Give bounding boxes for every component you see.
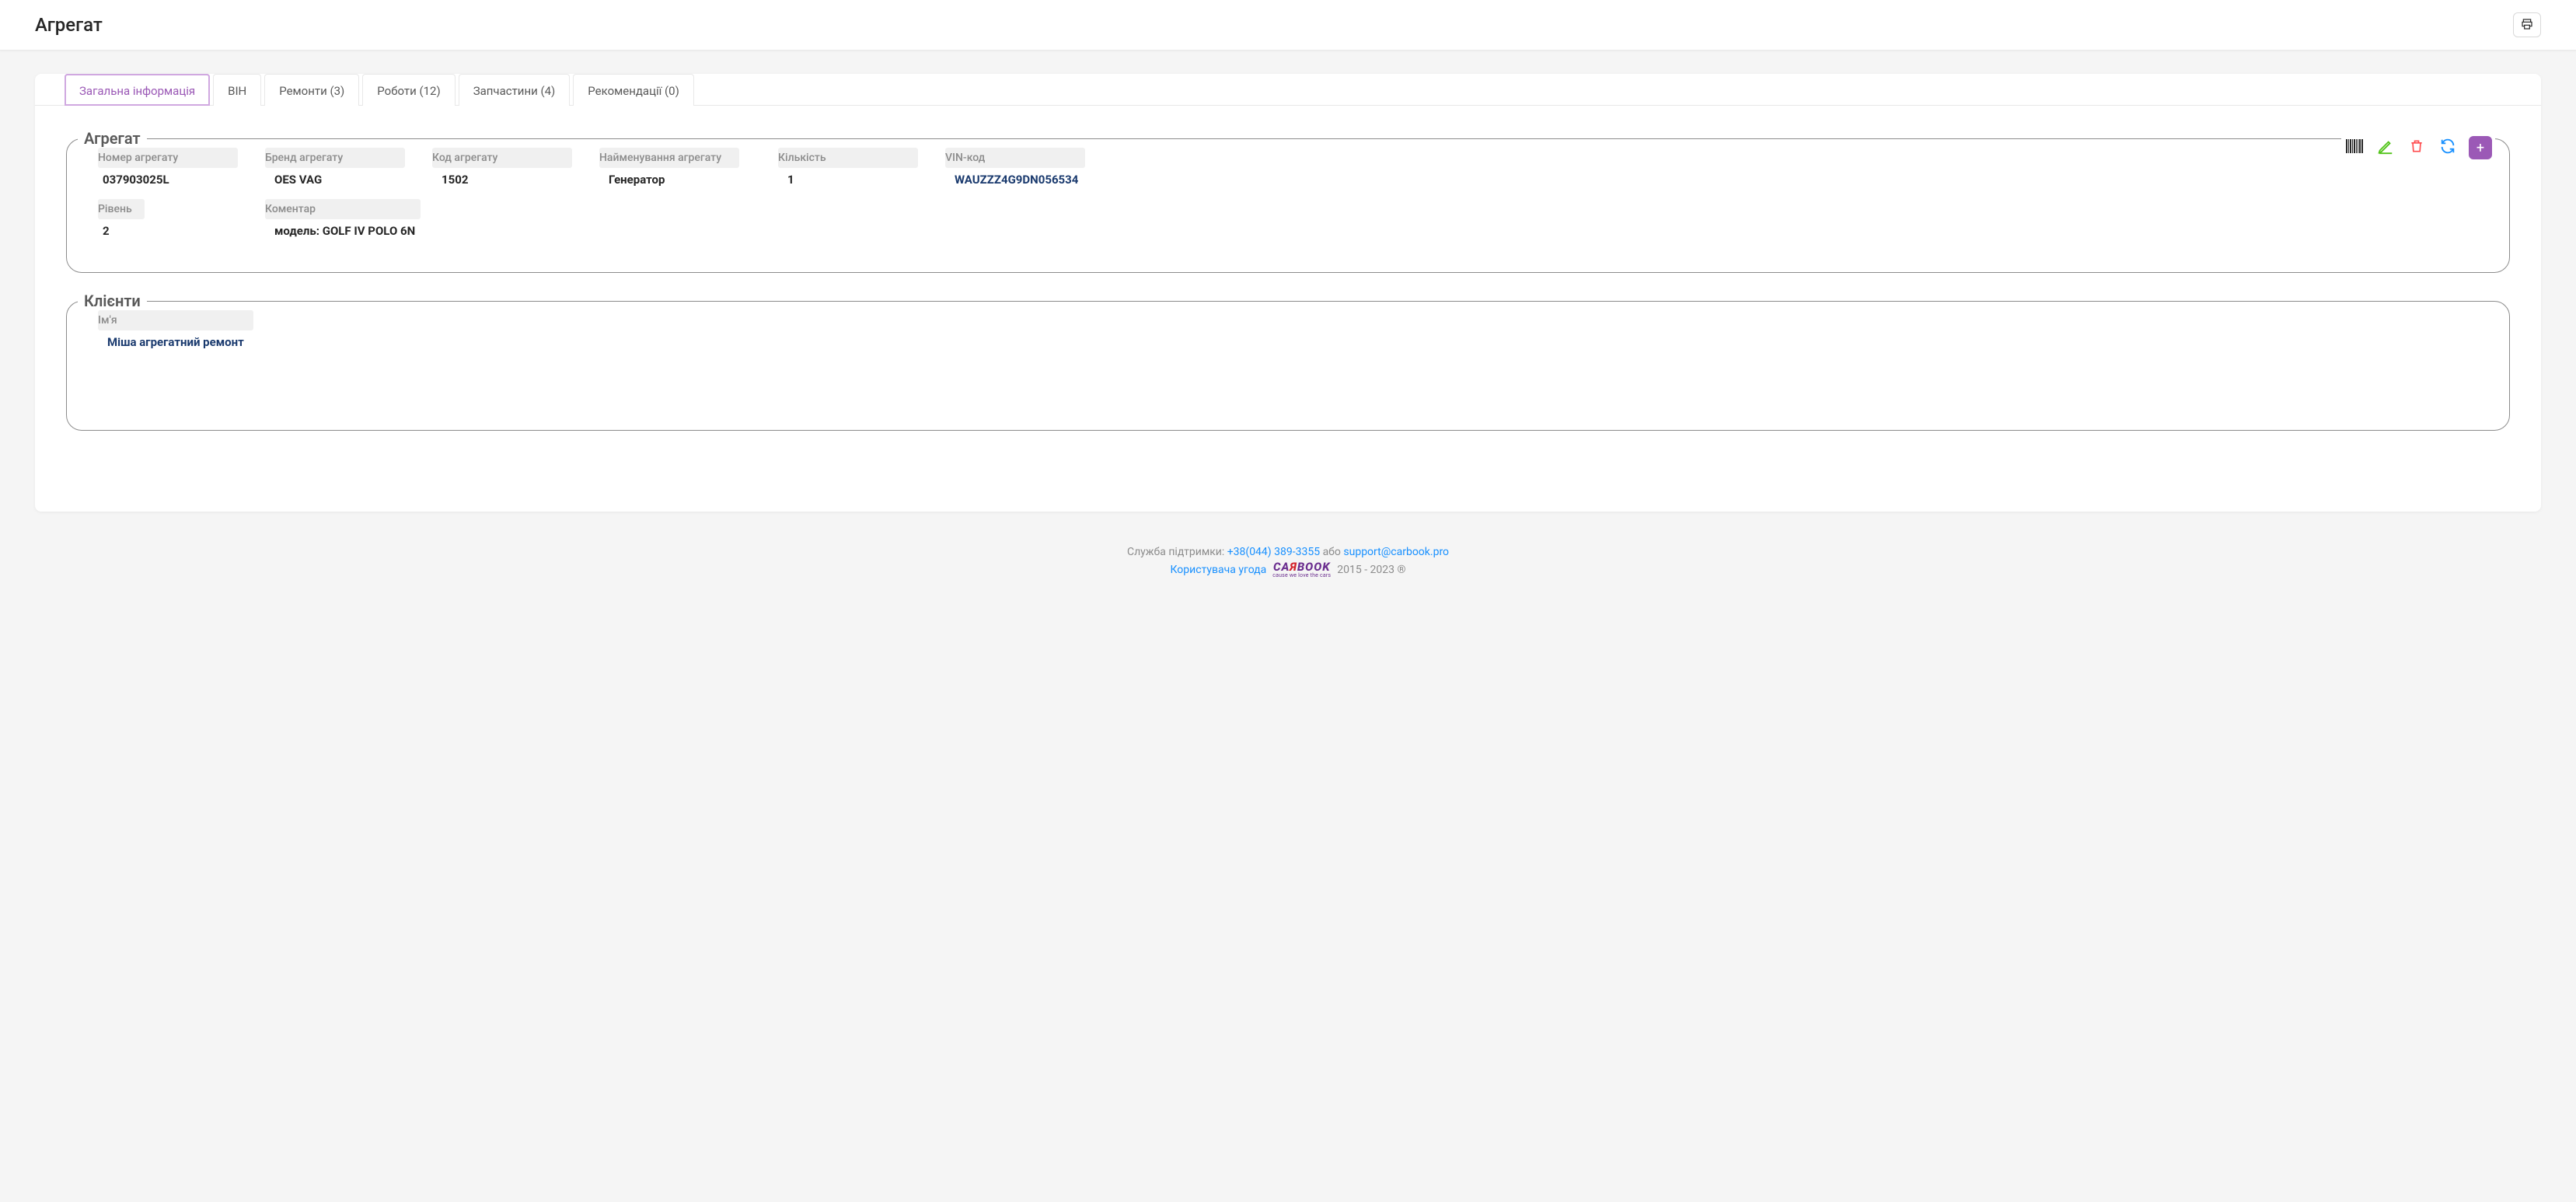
refresh-button[interactable] [2438,138,2458,158]
logo-subtitle: cause we love the cars [1272,573,1331,578]
clients-section: Клієнти Ім'я Міша агрегатний ремонт [66,292,2510,431]
main-container: Загальна інформація ВІН Ремонти (3) Робо… [0,51,2576,527]
page-header: Агрегат [0,0,2576,51]
field-brand: Бренд агрегату OES VAG [265,148,432,191]
print-icon [2520,18,2534,33]
field-value: Генератор [599,171,778,191]
tab-works[interactable]: Роботи (12) [362,74,455,106]
footer-email-link[interactable]: support@carbook.pro [1343,546,1449,558]
field-value: 1502 [432,171,599,191]
footer-agreement-link[interactable]: Користувача угода [1171,564,1267,576]
tab-label: Рекомендації (0) [588,84,679,98]
tab-recommendations[interactable]: Рекомендації (0) [573,74,694,106]
tab-label: Ремонти (3) [279,84,344,98]
add-button[interactable]: + [2469,136,2492,159]
barcode-icon [2344,137,2365,159]
field-client-name: Ім'я Міша агрегатний ремонт [98,310,265,354]
field-number: Номер агрегату 037903025L [98,148,265,191]
tab-general-info[interactable]: Загальна інформація [65,74,210,106]
main-card: Загальна інформація ВІН Ремонти (3) Робо… [35,74,2541,512]
client-name-link[interactable]: Міша агрегатний ремонт [98,334,265,354]
field-label: Рівень [98,199,145,219]
field-value: 1 [778,171,945,191]
tab-label: Роботи (12) [377,84,440,98]
page-title: Агрегат [35,14,103,36]
aggregate-fields: Номер агрегату 037903025L Бренд агрегату… [87,148,2489,250]
field-label: Коментар [265,199,421,219]
tab-label: Загальна інформація [79,84,195,98]
field-label: Бренд агрегату [265,148,405,168]
field-label: Найменування агрегату [599,148,739,168]
field-value: 2 [98,222,265,243]
refresh-icon [2439,138,2456,158]
tab-label: ВІН [228,84,246,98]
footer-phone-link[interactable]: +38(044) 389-3355 [1227,546,1320,558]
field-label: Номер агрегату [98,148,238,168]
print-button[interactable] [2513,12,2541,37]
tab-vin[interactable]: ВІН [213,74,261,106]
field-value: модель: GOLF IV POLO 6N [265,222,576,243]
tab-repairs[interactable]: Ремонти (3) [264,74,359,106]
footer-logo-line: Користувача угода CAЯBOOK cause we love … [1171,561,1406,578]
field-label: Кількість [778,148,918,168]
footer-years: 2015 - 2023 ® [1337,564,1405,576]
tab-content: Агрегат [35,106,2541,512]
footer-support-line: Служба підтримки: +38(044) 389-3355 або … [0,546,2576,558]
clients-section-title: Клієнти [78,292,147,310]
barcode-button[interactable] [2344,138,2365,158]
footer-support-prefix: Служба підтримки: [1127,546,1227,558]
edit-button[interactable] [2375,138,2396,158]
field-vin: VIN-код WAUZZZ4G9DN056534 [945,148,1147,191]
footer-or: або [1320,546,1343,558]
carbook-logo: CAЯBOOK cause we love the cars [1272,561,1331,578]
trash-icon [2409,138,2424,157]
field-qty: Кількість 1 [778,148,945,191]
edit-icon [2377,138,2394,158]
field-value: 037903025L [98,171,265,191]
field-value: OES VAG [265,171,432,191]
aggregate-section: Агрегат [66,129,2510,273]
tabs-bar: Загальна інформація ВІН Ремонти (3) Робо… [35,74,2541,106]
tab-parts[interactable]: Запчастини (4) [459,74,571,106]
tab-label: Запчастини (4) [473,84,556,98]
field-label: Ім'я [98,310,253,330]
footer: Служба підтримки: +38(044) 389-3355 або … [0,527,2576,597]
plus-icon: + [2477,140,2484,156]
clients-fields: Ім'я Міша агрегатний ремонт [87,310,2489,408]
field-name: Найменування агрегату Генератор [599,148,778,191]
field-label: Код агрегату [432,148,572,168]
aggregate-section-title: Агрегат [78,129,147,148]
vin-link[interactable]: WAUZZZ4G9DN056534 [945,171,1147,191]
field-level: Рівень 2 [98,199,265,243]
field-comment: Коментар модель: GOLF IV POLO 6N [265,199,576,243]
field-label: VIN-код [945,148,1085,168]
delete-button[interactable] [2407,138,2427,158]
field-code: Код агрегату 1502 [432,148,599,191]
